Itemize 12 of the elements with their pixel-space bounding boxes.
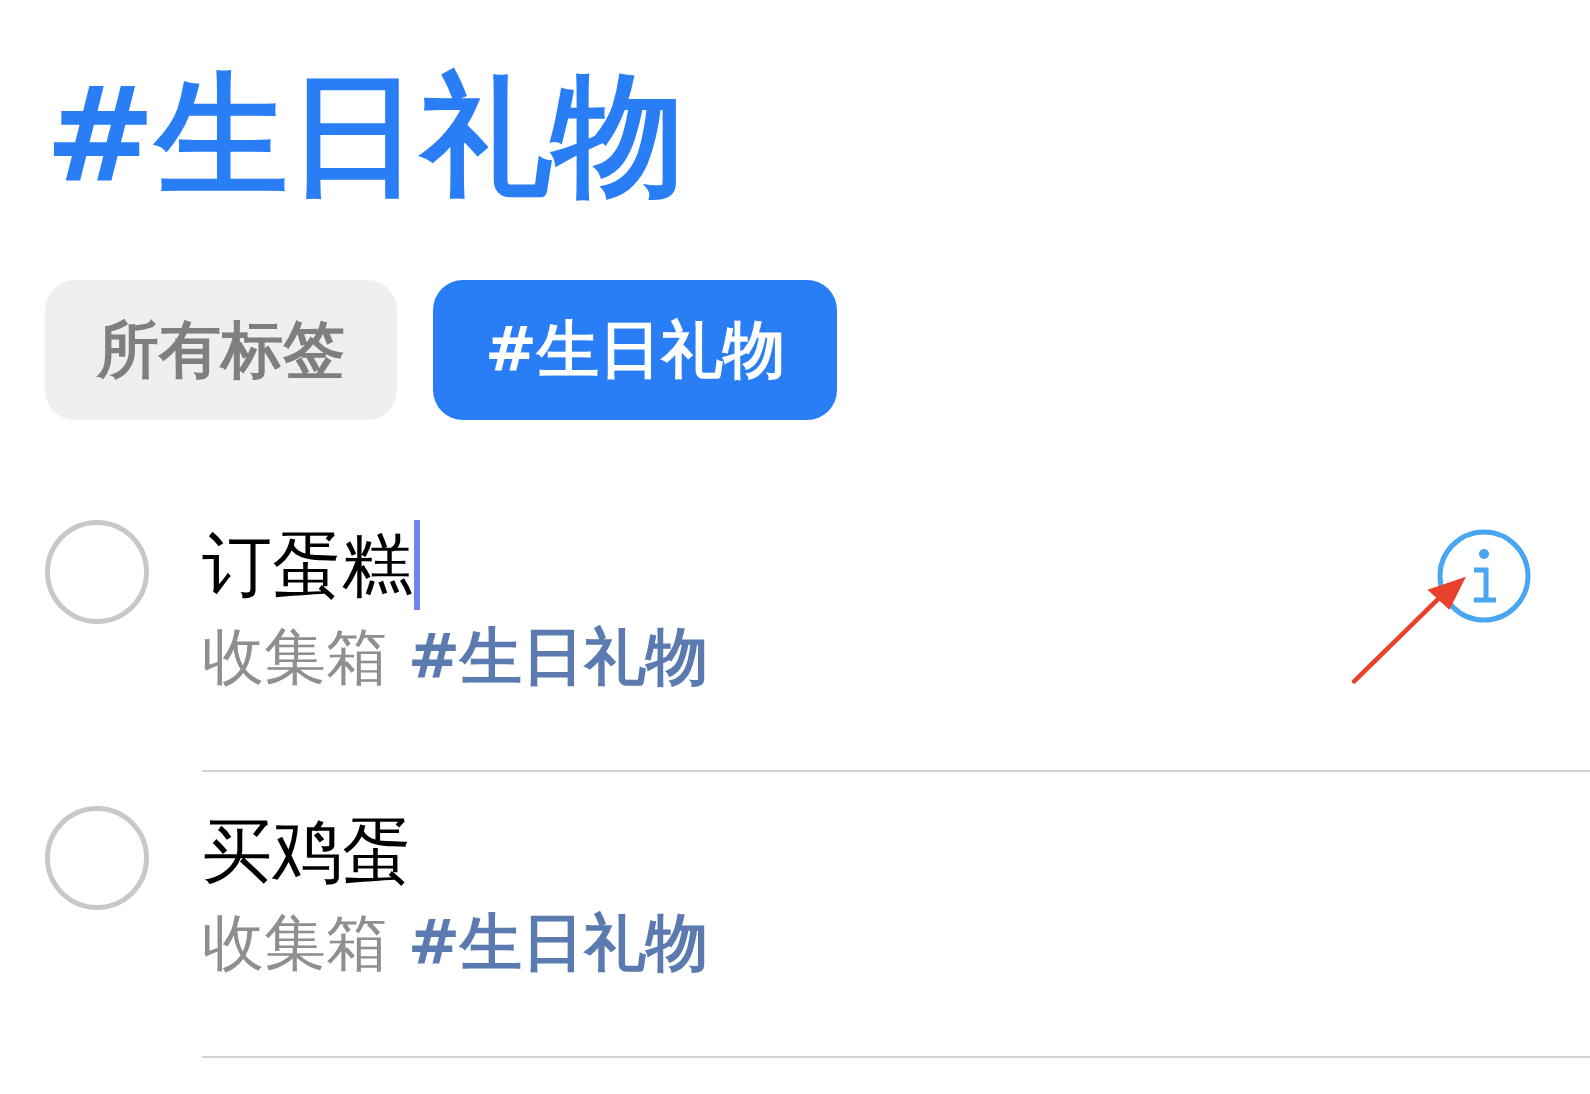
- list-name: 收集箱: [202, 905, 388, 981]
- completion-circle[interactable]: [45, 806, 149, 910]
- reminder-title[interactable]: 买鸡蛋: [202, 806, 412, 896]
- info-icon[interactable]: [1436, 528, 1532, 624]
- list-title: #生日礼物: [45, 60, 685, 214]
- tag-label[interactable]: #生日礼物: [408, 902, 708, 984]
- completion-circle[interactable]: [45, 520, 149, 624]
- tag-label[interactable]: #生日礼物: [408, 616, 708, 698]
- list-name: 收集箱: [202, 619, 388, 695]
- tag-chip[interactable]: #生日礼物: [433, 280, 837, 420]
- tag-chip[interactable]: 所有标签: [45, 280, 397, 420]
- reminder-title[interactable]: 订蛋糕: [202, 520, 412, 610]
